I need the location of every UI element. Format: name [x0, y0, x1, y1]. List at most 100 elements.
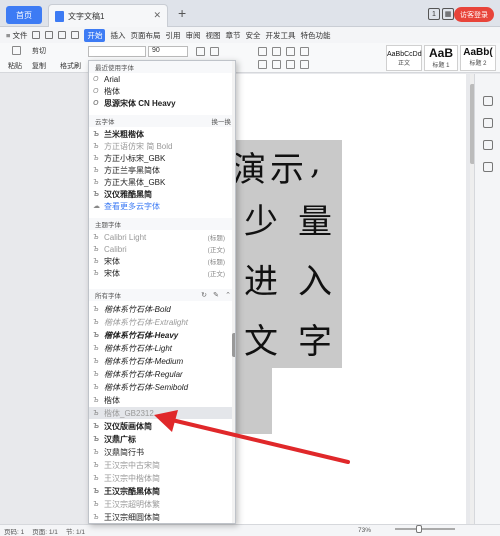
font-item[interactable]: Ъ 汉仪雅酷黑简 — [89, 188, 229, 200]
font-item[interactable]: Ъ Calibri Light (标题) — [89, 231, 229, 243]
font-item[interactable]: Ъ 方正小标宋_GBK — [89, 152, 229, 164]
dropdown-scroll-thumb[interactable] — [232, 333, 235, 357]
shrink-font-icon[interactable] — [210, 47, 219, 56]
redo-icon[interactable] — [71, 31, 80, 39]
doc-char-3: , — [310, 142, 321, 182]
font-item[interactable]: Ъ 方正大黑体_GBK — [89, 176, 229, 188]
font-item[interactable]: Ъ 楷体系竹石体-Semibold — [89, 381, 229, 393]
settings-icon[interactable] — [483, 162, 493, 172]
font-item[interactable]: O 思源宋体 CN Heavy — [89, 97, 229, 109]
collapse-icon[interactable]: ⌃ — [225, 291, 231, 299]
numbered-list-icon[interactable] — [272, 47, 281, 56]
paste-label[interactable]: 粘贴 — [8, 61, 22, 71]
document-tab-label: 文字文稿1 — [68, 11, 105, 21]
font-item[interactable]: Ъ 王汉宗酷黑体简 — [89, 485, 229, 497]
cloud-icon: ☁ — [93, 203, 100, 210]
edit-icon[interactable]: ✎ — [213, 291, 219, 299]
menu-bar: ≡ 文件 开始 插入 页面布局 引用 审阅 视图 章节 安全 开发工具 特色功能 — [0, 27, 500, 43]
menu-item-review[interactable]: 审阅 — [185, 30, 200, 41]
align-center-icon[interactable] — [272, 60, 281, 69]
undo-icon[interactable] — [58, 31, 67, 39]
zoom-level[interactable]: 73% — [358, 527, 371, 534]
menu-item-features[interactable]: 特色功能 — [300, 30, 330, 41]
font-item[interactable]: Ъ 宋体 (正文) — [89, 267, 229, 279]
font-item[interactable]: Ъ 兰米粗楷体 — [89, 128, 229, 140]
font-item[interactable]: O Arial — [89, 73, 229, 85]
font-item[interactable]: Ъ 楷体系竹石体-Regular — [89, 368, 229, 380]
status-pages: 页面: 1/1 — [32, 528, 58, 536]
font-item[interactable]: Ъ 楷体系竹石体-Heavy — [89, 329, 229, 341]
refresh-cloud-fonts-button[interactable]: 换一换 — [212, 116, 232, 126]
guest-login-button[interactable]: 访客登录 — [454, 7, 494, 22]
font-item[interactable]: Ъ 楷体系竹石体-Extralight — [89, 316, 229, 328]
zoom-slider-track[interactable] — [395, 528, 455, 530]
close-tab-icon[interactable]: ✕ — [153, 10, 161, 21]
font-item-selected[interactable]: Ъ 楷体_GB2312 — [89, 407, 232, 419]
menu-item-dev-tools[interactable]: 开发工具 — [265, 30, 295, 41]
status-bar: 页码: 1 页面: 1/1 节: 1/1 73% — [0, 524, 500, 536]
outdent-icon[interactable] — [286, 47, 295, 56]
save-icon[interactable] — [32, 31, 41, 39]
zoom-slider-knob[interactable] — [416, 525, 422, 533]
more-cloud-fonts-link[interactable]: ☁ 查看更多云字体 — [89, 200, 229, 212]
cut-button[interactable]: 剪切 — [32, 46, 46, 56]
font-item[interactable]: Ъ 汉鼎简行书 — [89, 446, 229, 458]
ribbon: 粘贴 剪切 复制 格式刷 90 AaBbCcDd 正文 AaB 标题 1 AaB… — [0, 43, 500, 73]
document-icon — [55, 10, 64, 22]
align-right-icon[interactable] — [286, 60, 295, 69]
home-tab[interactable]: 首页 — [6, 6, 42, 24]
align-left-icon[interactable] — [258, 60, 267, 69]
font-item[interactable]: Ъ 方正兰亭黑简体 — [89, 164, 229, 176]
print-icon[interactable] — [45, 31, 54, 39]
dropdown-scrollbar[interactable] — [232, 61, 235, 523]
font-item[interactable]: Ъ 楷体 — [89, 394, 229, 406]
style-heading-2[interactable]: AaBb( 标题 2 — [460, 45, 496, 71]
all-fonts-header: 所有字体 ↻ ✎ ⌃ — [89, 289, 235, 301]
doc-char-8: 文 — [244, 322, 278, 362]
doc-char-4: 少 — [244, 202, 278, 242]
style-normal[interactable]: AaBbCcDd 正文 — [386, 45, 422, 71]
doc-char-5: 量 — [298, 202, 332, 242]
grow-font-icon[interactable] — [196, 47, 205, 56]
menu-item-chapter[interactable]: 章节 — [225, 30, 240, 41]
font-item[interactable]: Ъ 王汉宗细圆体简 — [89, 511, 229, 523]
font-item[interactable]: Ъ 汉鼎广标 — [89, 433, 229, 445]
style-normal-label: 正文 — [397, 61, 410, 67]
copy-button[interactable]: 复制 — [32, 61, 46, 71]
font-item[interactable]: Ъ 王汉宗中古宋简 — [89, 459, 229, 471]
font-item[interactable]: Ъ Calibri (正文) — [89, 243, 229, 255]
font-item[interactable]: O 楷体 — [89, 85, 229, 97]
menu-item-insert[interactable]: 插入 — [110, 30, 125, 41]
paste-icon[interactable] — [12, 46, 21, 55]
font-size-input[interactable]: 90 — [148, 46, 188, 57]
font-item[interactable]: Ъ 汉仪版画体简 — [89, 420, 229, 432]
document-tab[interactable]: 文字文稿1 ✕ — [48, 4, 168, 27]
menu-item-start[interactable]: 开始 — [84, 28, 106, 42]
select-icon[interactable] — [483, 118, 493, 128]
format-painter-button[interactable]: 格式刷 — [60, 61, 81, 71]
shape-icon[interactable] — [483, 140, 493, 150]
grid-icon[interactable]: ▦ — [442, 8, 454, 20]
font-item[interactable]: Ъ 宋体 (标题) — [89, 255, 229, 267]
indent-icon[interactable] — [300, 47, 309, 56]
refresh-icon[interactable]: ↻ — [201, 291, 207, 299]
layout-icon[interactable]: 1 — [428, 8, 440, 20]
font-item[interactable]: Ъ 楷体系竹石体-Light — [89, 342, 229, 354]
font-item[interactable]: Ъ 楷体系竹石体-Bold — [89, 303, 229, 315]
new-tab-icon[interactable]: + — [178, 5, 186, 21]
menu-item-references[interactable]: 引用 — [165, 30, 180, 41]
format-icon[interactable] — [483, 96, 493, 106]
menu-item-page-layout[interactable]: 页面布局 — [130, 30, 160, 41]
font-item[interactable]: Ъ 王汉宗超明体繁 — [89, 498, 229, 510]
style-heading-1[interactable]: AaB 标题 1 — [424, 45, 458, 71]
file-menu[interactable]: ≡ 文件 — [6, 30, 27, 41]
bullet-list-icon[interactable] — [258, 47, 267, 56]
style-normal-preview: AaBbCcDd — [387, 51, 422, 58]
menu-item-security[interactable]: 安全 — [245, 30, 260, 41]
font-name-input[interactable] — [88, 46, 146, 57]
font-item[interactable]: Ъ 王汉宗中楷体简 — [89, 472, 229, 484]
font-item[interactable]: Ъ 方正语仿宋 简 Bold — [89, 140, 229, 152]
justify-icon[interactable] — [300, 60, 309, 69]
menu-item-view[interactable]: 视图 — [205, 30, 220, 41]
font-item[interactable]: Ъ 楷体系竹石体-Medium — [89, 355, 229, 367]
